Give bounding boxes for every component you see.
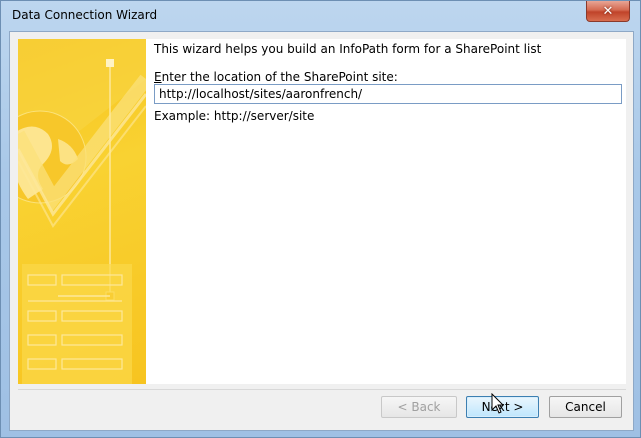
site-url-input[interactable] [154, 84, 622, 104]
close-icon: ✕ [602, 3, 614, 19]
location-label: Enter the location of the SharePoint sit… [154, 70, 398, 84]
close-button[interactable]: ✕ [586, 1, 630, 22]
wizard-banner-art [18, 39, 146, 384]
mouse-pointer-icon [491, 393, 505, 414]
back-button[interactable]: < Back [381, 396, 457, 418]
cancel-button[interactable]: Cancel [549, 396, 622, 418]
wizard-body: This wizard helps you build an InfoPath … [9, 31, 634, 431]
window-title: Data Connection Wizard [12, 8, 158, 22]
wizard-content: This wizard helps you build an InfoPath … [146, 39, 626, 384]
banner-graphic [18, 39, 146, 384]
example-text: Example: http://server/site [154, 109, 315, 123]
intro-text: This wizard helps you build an InfoPath … [154, 42, 542, 56]
location-label-text: nter the location of the SharePoint site… [161, 70, 398, 84]
button-separator [18, 389, 626, 390]
location-label-accelerator: E [154, 70, 162, 84]
wizard-window: Data Connection Wizard ✕ This wizard hel… [0, 0, 641, 438]
